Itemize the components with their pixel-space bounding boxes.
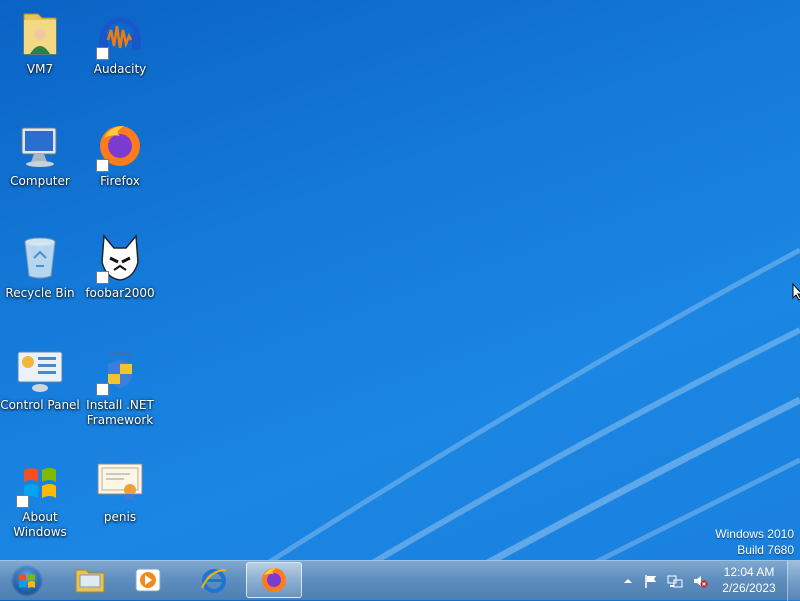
firefox-icon bbox=[262, 568, 286, 592]
clock-date: 2/26/2023 bbox=[722, 581, 776, 595]
watermark-version: Windows 2010 bbox=[715, 527, 794, 541]
desktop-icon-vm7[interactable]: VM7 bbox=[0, 4, 80, 77]
watermark-build: Build 7680 bbox=[737, 543, 794, 557]
desktop-icon-computer[interactable]: Computer bbox=[0, 116, 80, 189]
shortcut-arrow-icon bbox=[96, 159, 109, 172]
user-folder-icon bbox=[14, 8, 66, 60]
shortcut-arrow-icon bbox=[16, 495, 29, 508]
control-panel-icon bbox=[14, 344, 66, 396]
shortcut-arrow-icon bbox=[96, 47, 109, 60]
icon-label: penis bbox=[103, 510, 137, 524]
desktop-icon-audacity[interactable]: Audacity bbox=[80, 4, 160, 77]
windows-logo-icon bbox=[14, 456, 66, 508]
desktop-icon-install-net[interactable]: Install .NET Framework bbox=[80, 340, 160, 428]
computer-icon bbox=[14, 120, 66, 172]
clock-time: 12:04 AM bbox=[723, 565, 775, 579]
firefox-icon bbox=[94, 120, 146, 172]
shortcut-arrow-icon bbox=[96, 271, 109, 284]
icon-label: Audacity bbox=[93, 62, 147, 76]
show-hidden-icons-arrow[interactable] bbox=[620, 573, 636, 589]
os-watermark: Windows 2010 Build 7680 bbox=[715, 526, 794, 558]
icon-label: Computer bbox=[10, 174, 70, 188]
taskbar: 12:04 AM 2/26/2023 bbox=[0, 560, 800, 601]
explorer-folder-icon bbox=[75, 569, 105, 593]
taskbar-internet-explorer[interactable] bbox=[186, 562, 242, 598]
icon-label: Install .NET Framework bbox=[86, 398, 154, 427]
desktop-icon-recycle-bin[interactable]: Recycle Bin bbox=[0, 228, 80, 301]
desktop-icon-control-panel[interactable]: Control Panel bbox=[0, 340, 80, 413]
desktop-icon-certificate[interactable]: penis bbox=[80, 452, 160, 525]
volume-muted-icon[interactable] bbox=[692, 573, 708, 589]
start-button[interactable] bbox=[8, 563, 46, 599]
audacity-icon bbox=[94, 8, 146, 60]
icon-label: foobar2000 bbox=[85, 286, 155, 300]
icon-label: Recycle Bin bbox=[5, 286, 75, 300]
media-player-icon bbox=[135, 568, 161, 592]
certificate-icon bbox=[94, 456, 146, 508]
mouse-cursor-icon bbox=[792, 283, 800, 301]
icon-label: About Windows bbox=[13, 510, 67, 539]
shortcut-arrow-icon bbox=[96, 383, 109, 396]
internet-explorer-icon bbox=[201, 569, 227, 593]
icon-label: VM7 bbox=[26, 62, 54, 76]
icon-label: Firefox bbox=[100, 174, 140, 188]
recycle-bin-icon bbox=[14, 232, 66, 284]
desktop-icon-about-windows[interactable]: About Windows bbox=[0, 452, 80, 540]
taskbar-firefox[interactable] bbox=[246, 562, 302, 598]
action-center-flag-icon[interactable] bbox=[643, 573, 659, 589]
windows-start-icon bbox=[11, 565, 43, 597]
icon-label: Control Panel bbox=[0, 398, 80, 412]
show-desktop-button[interactable] bbox=[787, 561, 800, 601]
dotnet-installer-icon bbox=[94, 344, 146, 396]
system-clock[interactable]: 12:04 AM 2/26/2023 bbox=[716, 564, 782, 596]
desktop-icon-firefox[interactable]: Firefox bbox=[80, 116, 160, 189]
taskbar-media-player[interactable] bbox=[120, 562, 176, 598]
taskbar-file-explorer[interactable] bbox=[62, 562, 118, 598]
desktop-icon-foobar2000[interactable]: foobar2000 bbox=[80, 228, 160, 301]
foobar2000-icon bbox=[94, 232, 146, 284]
network-icon[interactable] bbox=[667, 573, 683, 589]
